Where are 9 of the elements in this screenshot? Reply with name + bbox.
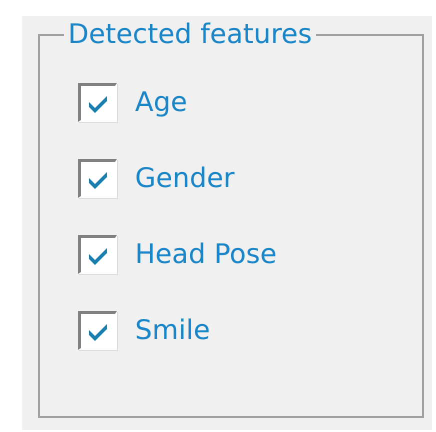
option-label: Age — [135, 86, 188, 120]
checkbox[interactable] — [78, 235, 117, 274]
option-label: Gender — [135, 162, 234, 196]
option-label: Head Pose — [135, 238, 277, 272]
group-title: Detected features — [67, 18, 313, 52]
checkbox[interactable] — [78, 83, 117, 122]
checkbox[interactable] — [78, 311, 117, 350]
checkbox[interactable] — [78, 159, 117, 198]
option-label: Smile — [135, 314, 210, 348]
